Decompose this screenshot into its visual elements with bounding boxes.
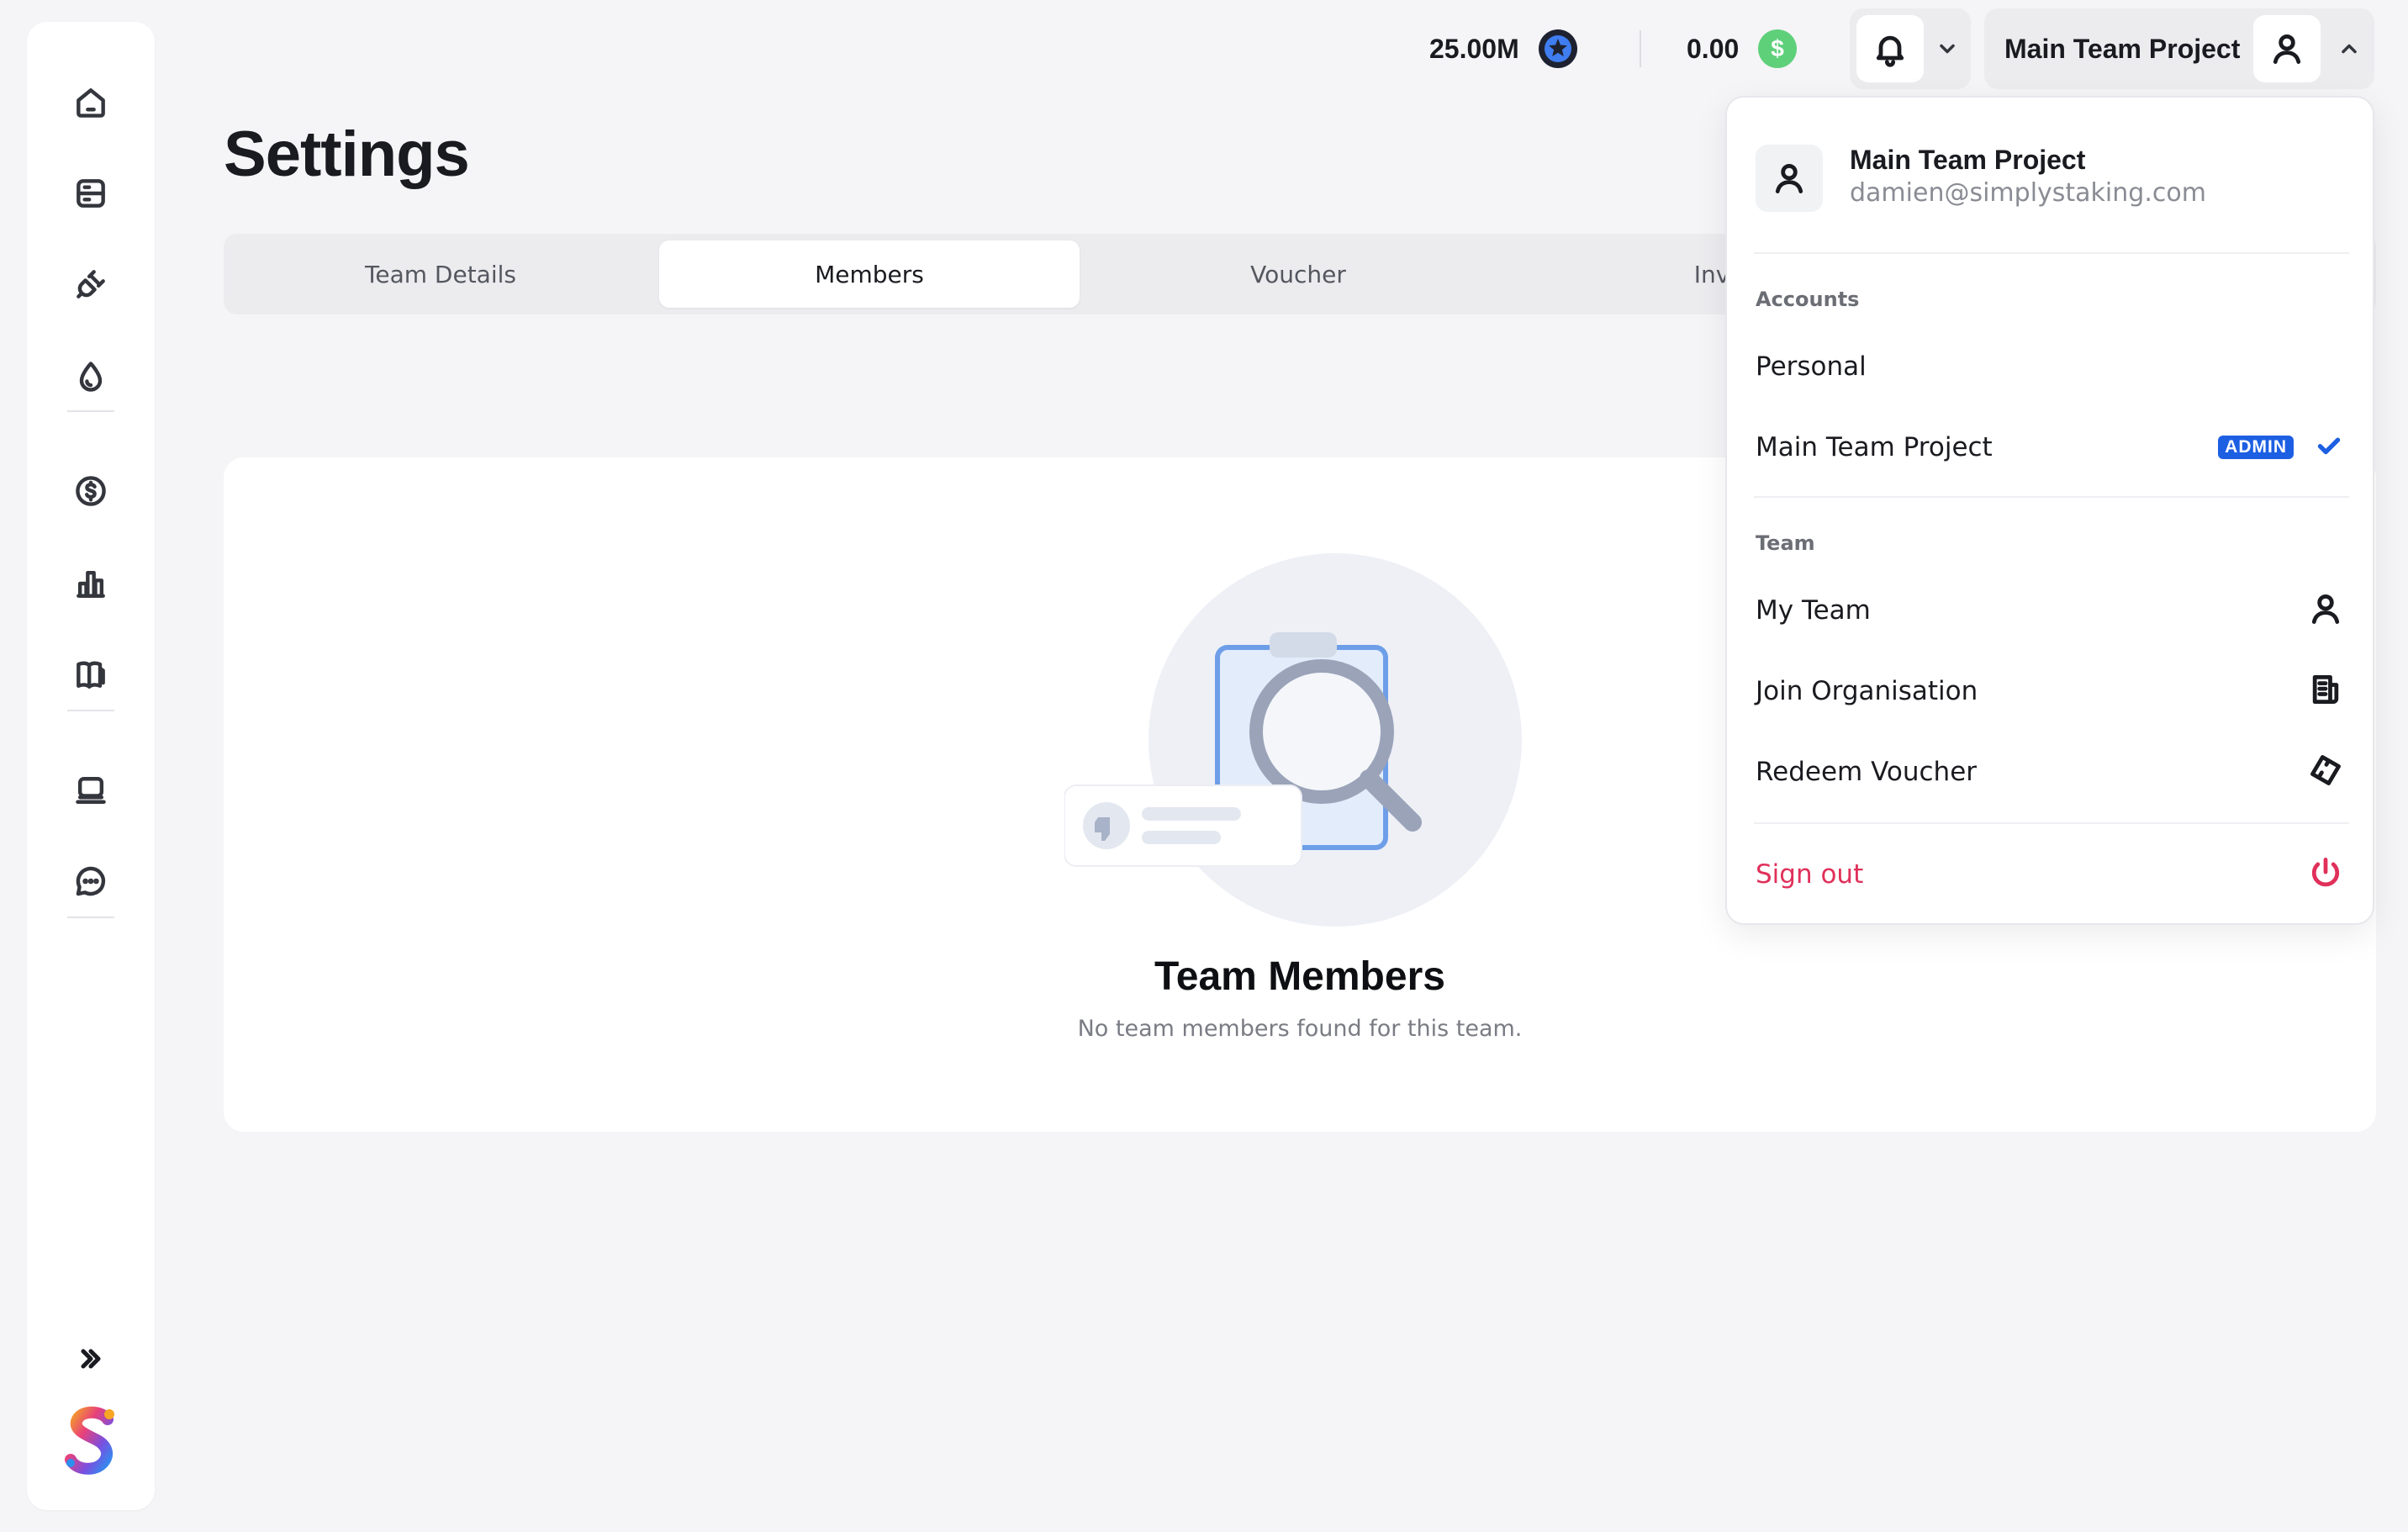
power-icon [2307,854,2344,895]
account-item-personal[interactable]: Personal [1756,341,2344,392]
chevron-up-icon [2332,32,2366,66]
account-name: Main Team Project [2004,34,2241,64]
notifications-control [1850,8,1971,89]
account-dropdown-menu: Main Team Project damien@simplystaking.c… [1725,96,2374,925]
account-menu-button[interactable]: Main Team Project [1984,8,2374,89]
sidebar-divider [67,410,114,412]
document-icon [2307,671,2344,711]
sidebar-divider [67,710,114,711]
sidebar-divider [67,917,114,918]
drop-icon[interactable] [61,346,121,407]
account-item-main-team-project[interactable]: Main Team Project ADMIN [1756,422,2344,473]
tab-team-details[interactable]: Team Details [230,240,651,308]
svg-text:$: $ [1771,35,1784,61]
home-icon[interactable] [61,72,121,133]
notifications-dropdown-toggle[interactable] [1930,32,1964,66]
tab-voucher[interactable]: Voucher [1088,240,1508,308]
dollar-icon[interactable] [61,461,121,521]
token-balance-value: 25.00M [1429,33,1519,64]
star-coin-icon [1538,29,1578,69]
account-item-label: Main Team Project [1756,432,1993,462]
sign-out-label: Sign out [1756,859,1864,890]
tab-members[interactable]: Members [659,240,1080,308]
dropdown-divider [1754,496,2349,498]
brand-logo [59,1401,123,1485]
bell-icon [1876,35,1904,67]
dropdown-account-email: damien@simplystaking.com [1850,178,2206,208]
menu-item-label: My Team [1756,595,1871,626]
empty-state-title: Team Members [1154,954,1445,999]
accounts-heading: Accounts [1756,288,1860,311]
menu-item-label: Redeem Voucher [1756,757,1978,787]
checkmark-icon [2314,431,2344,464]
dropdown-account-name: Main Team Project [1850,145,2086,175]
chart-icon[interactable] [61,553,121,614]
notifications-button[interactable] [1856,15,1924,82]
team-heading: Team [1756,531,1815,555]
dropdown-divider [1754,252,2349,254]
sidebar [27,22,155,1510]
book-icon[interactable] [61,644,121,705]
user-icon [1756,145,1823,212]
menu-item-my-team[interactable]: My Team [1756,585,2344,636]
usd-balance-value: 0.00 [1687,33,1740,64]
expand-sidebar-button[interactable] [61,1329,121,1389]
user-icon [2307,590,2344,631]
dollar-coin-icon: $ [1757,29,1798,69]
admin-badge: ADMIN [2218,436,2294,459]
menu-item-join-organisation[interactable]: Join Organisation [1756,666,2344,716]
page-title: Settings [224,119,470,190]
laptop-icon[interactable] [61,760,121,821]
chat-icon[interactable] [61,851,121,911]
dropdown-divider [1754,822,2349,824]
topbar-divider [1640,30,1641,67]
menu-item-redeem-voucher[interactable]: Redeem Voucher [1756,747,2344,797]
server-icon[interactable] [61,163,121,224]
plug-icon[interactable] [61,254,121,314]
empty-search-illustration [1064,550,1569,928]
empty-state-subtitle: No team members found for this team. [1077,1016,1523,1042]
dropdown-profile-header: Main Team Project damien@simplystaking.c… [1756,145,2344,212]
menu-item-label: Join Organisation [1756,676,1978,706]
ticket-icon [2307,752,2344,792]
chevron-down-icon [1940,44,1955,54]
double-chevron-right-icon [81,1349,101,1369]
sign-out-button[interactable]: Sign out [1756,849,2344,900]
account-item-label: Personal [1756,351,1867,382]
token-balance: 25.00M [1429,25,1578,72]
user-icon [2253,15,2321,82]
usd-balance: 0.00 $ [1687,25,1798,72]
